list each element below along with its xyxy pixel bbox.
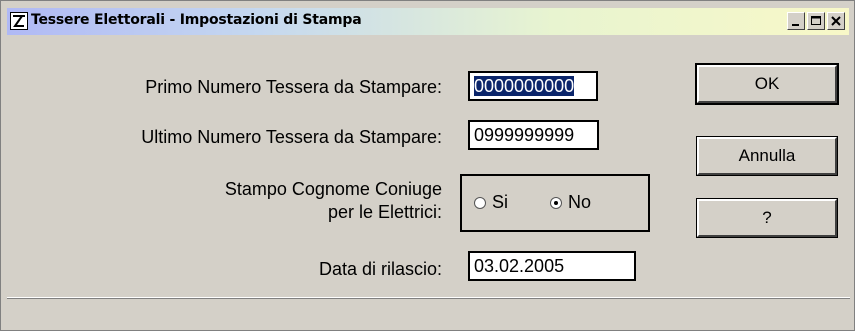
- coniuge-radio-group: Si No: [460, 174, 650, 232]
- maximize-button[interactable]: [807, 12, 825, 30]
- window-title: Tessere Elettorali - Impostazioni di Sta…: [31, 12, 362, 28]
- app-icon[interactable]: [10, 12, 28, 30]
- dialog-window: Tessere Elettorali - Impostazioni di Sta…: [0, 0, 855, 331]
- ok-button[interactable]: OK: [695, 63, 839, 105]
- radio-no[interactable]: No: [550, 192, 591, 213]
- minimize-button[interactable]: [787, 12, 805, 30]
- primo-numero-label: Primo Numero Tessera da Stampare:: [145, 77, 442, 97]
- radio-no-label: No: [568, 192, 592, 212]
- data-rilascio-label: Data di rilascio:: [318, 259, 442, 279]
- primo-numero-field[interactable]: 0000000000: [468, 71, 598, 101]
- ultimo-numero-value: 0999999999: [474, 125, 575, 145]
- radio-si-label: Si: [492, 192, 509, 212]
- ultimo-numero-label: Ultimo Numero Tessera da Stampare:: [141, 127, 442, 147]
- radio-si[interactable]: Si: [474, 192, 508, 213]
- coniuge-label-line1: Stampo Cognome Coniuge: [224, 179, 442, 199]
- help-button[interactable]: ?: [696, 198, 838, 238]
- status-bar: [7, 298, 850, 327]
- close-button[interactable]: [827, 12, 845, 30]
- data-rilascio-value: 03.02.2005: [474, 256, 565, 276]
- ultimo-numero-field[interactable]: 0999999999: [468, 120, 599, 150]
- title-bar[interactable]: Tessere Elettorali - Impostazioni di Sta…: [7, 8, 849, 35]
- radio-si-icon[interactable]: [474, 196, 486, 209]
- primo-numero-value: 0000000000: [474, 76, 575, 96]
- coniuge-label-line2: per le Elettrici:: [327, 202, 442, 222]
- data-rilascio-field[interactable]: 03.02.2005: [468, 251, 636, 281]
- annulla-button[interactable]: Annulla: [696, 136, 838, 176]
- radio-no-icon[interactable]: [550, 196, 562, 209]
